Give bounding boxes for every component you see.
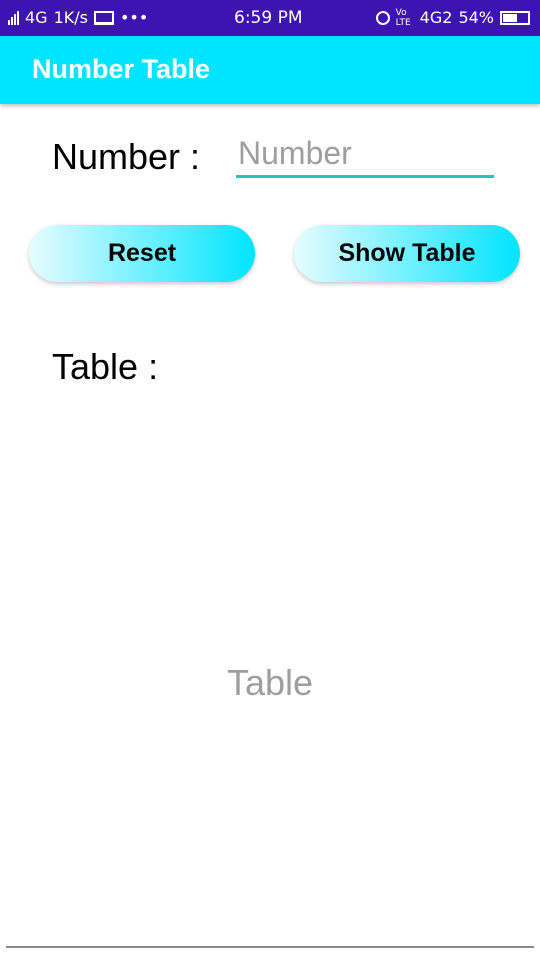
- app-bar: Number Table: [0, 36, 540, 104]
- battery-percent: 54%: [458, 8, 494, 27]
- laptop-icon: [93, 11, 114, 25]
- table-output-placeholder: Table: [226, 662, 314, 703]
- network-type-left: 4G: [25, 8, 48, 27]
- table-label: Table :: [52, 346, 159, 387]
- data-speed: 1K/s: [53, 8, 88, 27]
- number-label: Number :: [52, 136, 201, 177]
- status-time: 6:59 PM: [234, 8, 303, 28]
- signal-icon: [8, 11, 19, 25]
- battery-icon: [500, 11, 530, 25]
- network-type-right: 4G2: [419, 8, 453, 27]
- app-title: Number Table: [32, 54, 211, 84]
- reset-button[interactable]: Reset: [29, 225, 255, 282]
- status-bar: 4G 1K/s ••• 6:59 PM Vo LTE 4G2 54%: [0, 0, 540, 36]
- bottom-divider: [6, 946, 534, 948]
- more-notifications-icon: •••: [119, 8, 149, 27]
- bluetooth-icon: [375, 11, 390, 25]
- show-table-button[interactable]: Show Table: [294, 225, 520, 282]
- status-right: Vo LTE 4G2 54%: [375, 8, 530, 28]
- status-left: 4G 1K/s •••: [8, 8, 148, 28]
- volte-label: Vo LTE: [395, 8, 411, 28]
- number-input[interactable]: [236, 132, 494, 178]
